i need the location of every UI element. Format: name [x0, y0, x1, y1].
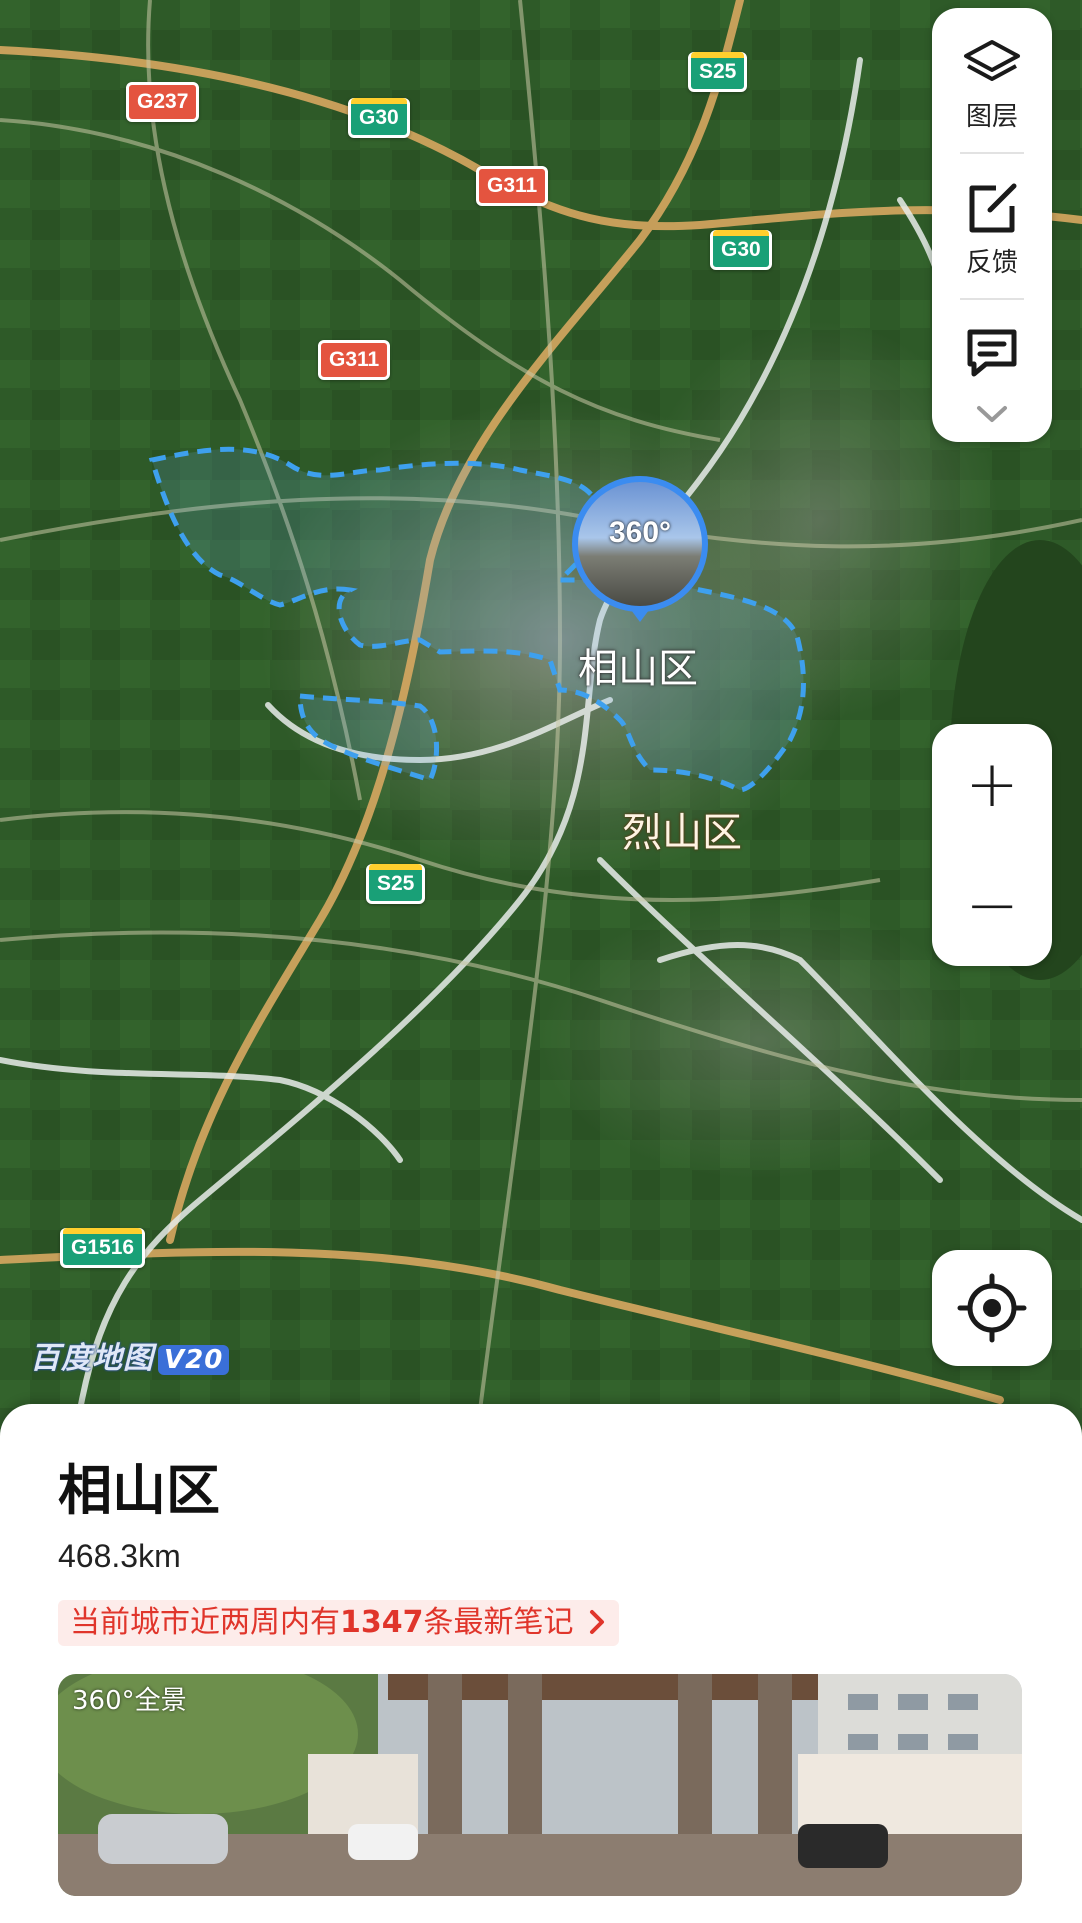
panorama-marker[interactable]: 360°	[572, 476, 708, 636]
road-shield-s25: S25	[366, 864, 426, 904]
zoom-controls: + −	[932, 724, 1052, 966]
map-view[interactable]: G237 G30 S25 G311 G30 G311 S25 G1516 360…	[0, 0, 1082, 1410]
map-watermark: 百度地图 V20	[30, 1333, 230, 1377]
feedback-label: 反馈	[965, 248, 1018, 278]
road-shield-g311: G311	[476, 166, 549, 206]
toolbar-divider	[960, 152, 1024, 154]
map-toolbar: 图层 反馈	[932, 8, 1052, 442]
layers-button[interactable]: 图层	[932, 38, 1052, 133]
panorama-marker-label: 360°	[608, 516, 672, 549]
zoom-in-button[interactable]: +	[932, 724, 1052, 845]
edit-icon	[969, 183, 1017, 233]
road-shield-g30: G30	[710, 230, 772, 270]
toolbar-expand-button[interactable]	[932, 404, 1052, 428]
feedback-button[interactable]: 反馈	[932, 180, 1052, 279]
place-area: 468.3km	[58, 1538, 181, 1574]
watermark-version: V20	[158, 1345, 230, 1375]
notes-banner[interactable]: 当前城市近两周内有1347条最新笔记	[58, 1600, 620, 1646]
watermark-brand: 百度地图	[30, 1341, 154, 1376]
messages-button[interactable]	[932, 326, 1052, 384]
road-shield-g311: G311	[318, 340, 391, 380]
layers-label: 图层	[965, 102, 1018, 132]
road-shield-g1516: G1516	[60, 1228, 146, 1268]
marker-pin-tail	[628, 606, 652, 622]
place-title: 相山区	[58, 1459, 220, 1522]
notes-count: 1347	[340, 1605, 424, 1640]
satellite-basemap	[0, 0, 1082, 1410]
road-shield-g30: G30	[348, 98, 410, 138]
toolbar-divider	[960, 298, 1024, 300]
notes-prefix: 当前城市近两周内有	[70, 1605, 340, 1640]
street-scene-image	[58, 1674, 1022, 1896]
place-detail-sheet[interactable]: 相山区 468.3km 当前城市近两周内有1347条最新笔记 360°全景	[0, 1404, 1082, 1923]
road-shield-s25: S25	[688, 52, 748, 92]
locate-button[interactable]	[932, 1250, 1052, 1366]
zoom-out-button[interactable]: −	[932, 845, 1052, 966]
district-label-lieshan[interactable]: 烈山区	[622, 800, 742, 858]
district-label-xiangshan[interactable]: 相山区	[578, 636, 698, 694]
message-icon	[967, 329, 1017, 377]
chevron-right-icon	[590, 1610, 605, 1634]
panorama-tag: 360°全景	[72, 1686, 187, 1716]
notes-suffix: 条最新笔记	[423, 1605, 574, 1640]
layers-icon	[964, 40, 1020, 81]
panorama-photo[interactable]: 360°全景	[58, 1674, 1022, 1896]
road-shield-g237: G237	[126, 82, 200, 122]
crosshair-icon	[957, 1273, 1027, 1343]
chevron-down-icon	[977, 406, 1007, 422]
